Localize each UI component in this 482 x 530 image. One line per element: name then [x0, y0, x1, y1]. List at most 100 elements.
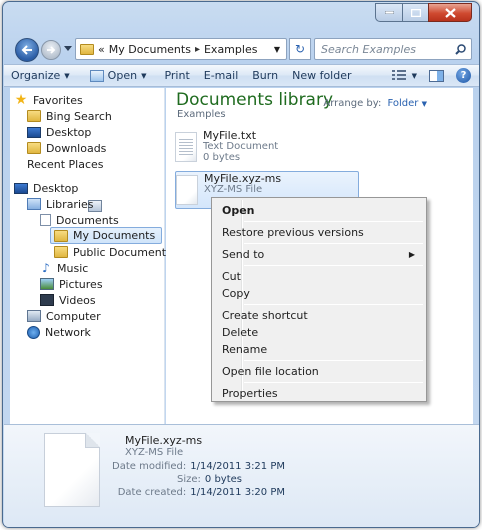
nav-favorites[interactable]: ★ Favorites — [14, 92, 83, 108]
nav-desktop-favorite[interactable]: Desktop — [27, 124, 91, 140]
menu-item-rename[interactable]: Rename — [215, 340, 423, 358]
nav-bing-search[interactable]: Bing Search — [27, 108, 112, 124]
context-menu: Open Restore previous versions Send to ▶… — [211, 197, 427, 402]
address-overflow[interactable]: « — [98, 43, 105, 56]
nav-libraries-label: Libraries — [46, 197, 94, 211]
email-button[interactable]: E-mail — [197, 64, 246, 87]
file-item[interactable]: MyFile.txt Text Document 0 bytes — [175, 129, 359, 167]
arrange-by: Arrange by: Folder ▼ — [323, 98, 427, 109]
nav-desktop[interactable]: Desktop — [14, 180, 78, 196]
nav-documents[interactable]: Documents — [40, 212, 119, 228]
menu-item-properties[interactable]: Properties — [215, 384, 423, 402]
menu-item-send-to[interactable]: Send to ▶ — [215, 245, 423, 263]
nav-desktop-label: Desktop — [33, 181, 79, 195]
address-bar[interactable]: « My Documents ▸ Examples ▼ — [75, 38, 287, 60]
nav-network[interactable]: Network — [27, 324, 91, 340]
menu-item-cut[interactable]: Cut — [215, 267, 423, 285]
nav-recent-places-label: Recent Places — [27, 157, 104, 171]
videos-icon — [40, 294, 54, 306]
search-icon[interactable] — [455, 43, 466, 55]
organize-button[interactable]: Organize ▼ — [4, 64, 77, 87]
menu-item-delete[interactable]: Delete — [215, 323, 423, 341]
nav-libraries[interactable]: Libraries — [27, 196, 94, 212]
network-icon — [27, 325, 40, 339]
details-size: Size: 0 bytes — [177, 474, 242, 485]
menu-item-open[interactable]: Open — [215, 201, 423, 219]
forward-button[interactable] — [41, 40, 61, 60]
address-dropdown-icon[interactable]: ▼ — [274, 45, 280, 54]
nav-my-documents[interactable]: My Documents — [50, 227, 162, 244]
generic-file-icon — [176, 175, 198, 205]
details-date-created: Date created: 1/14/2011 3:20 PM — [118, 487, 285, 498]
details-pane: MyFile.xyz-ms XYZ-MS File Date modified:… — [4, 424, 479, 527]
help-icon[interactable]: ? — [456, 68, 471, 83]
preview-pane-icon[interactable] — [429, 69, 444, 82]
close-button[interactable] — [428, 3, 472, 22]
breadcrumb-my-documents[interactable]: My Documents — [109, 43, 191, 56]
chevron-down-icon: ▼ — [421, 100, 427, 108]
nav-music-label: Music — [57, 261, 89, 275]
documents-icon — [40, 214, 51, 226]
menu-separator — [244, 221, 423, 222]
folder-icon — [80, 43, 94, 55]
date-modified-value: 1/14/2011 3:21 PM — [190, 461, 285, 472]
folder-icon — [54, 229, 68, 242]
menu-separator — [244, 265, 423, 266]
back-arrow-icon — [21, 45, 32, 55]
menu-item-open-file-location[interactable]: Open file location — [215, 362, 423, 380]
chevron-down-icon: ▼ — [141, 71, 147, 80]
nav-network-label: Network — [45, 325, 91, 339]
file-name: MyFile.xyz-ms — [204, 172, 282, 185]
file-name: MyFile.txt — [203, 129, 257, 142]
organize-label: Organize — [11, 69, 61, 82]
new-folder-button[interactable]: New folder — [285, 64, 358, 87]
burn-button[interactable]: Burn — [245, 64, 285, 87]
nav-recent-places[interactable]: Recent Places — [27, 156, 104, 212]
file-thumbnail-icon — [44, 433, 100, 507]
forward-arrow-icon — [47, 46, 56, 54]
nav-computer[interactable]: Computer — [27, 308, 101, 324]
arrange-by-value: Folder — [387, 98, 419, 109]
file-type: Text Document — [203, 141, 279, 152]
minimize-icon — [384, 11, 394, 14]
back-button[interactable] — [15, 38, 39, 62]
open-button[interactable]: Open ▼ — [83, 64, 154, 87]
print-button[interactable]: Print — [157, 64, 196, 87]
search-folder-icon — [27, 110, 41, 122]
details-file-type: XYZ-MS File — [125, 447, 184, 458]
breadcrumb-examples[interactable]: Examples — [204, 43, 257, 56]
content-scroll-area[interactable] — [465, 88, 473, 424]
nav-favorites-label: Favorites — [33, 93, 83, 107]
refresh-button[interactable]: ↻ — [289, 38, 311, 60]
nav-music[interactable]: ♪ Music — [40, 260, 88, 276]
details-date-modified: Date modified: 1/14/2011 3:21 PM — [112, 461, 285, 472]
maximize-button[interactable] — [402, 3, 428, 22]
menu-item-create-shortcut[interactable]: Create shortcut — [215, 306, 423, 324]
search-input[interactable]: Search Examples — [314, 38, 472, 60]
nav-public-documents[interactable]: Public Documents — [54, 244, 172, 260]
size-value: 0 bytes — [204, 474, 242, 485]
nav-pictures[interactable]: Pictures — [40, 276, 103, 292]
change-view-icon[interactable] — [391, 70, 406, 81]
recent-pages-dropdown-icon[interactable] — [64, 46, 72, 51]
navigation-pane: ★ Favorites Bing Search Desktop Download… — [10, 88, 172, 424]
close-icon — [444, 7, 456, 18]
folder-icon — [54, 246, 68, 258]
menu-item-copy[interactable]: Copy — [215, 284, 423, 302]
refresh-icon: ↻ — [294, 42, 306, 56]
menu-separator — [244, 304, 423, 305]
search-placeholder: Search Examples — [321, 42, 416, 56]
nav-videos[interactable]: Videos — [40, 292, 96, 308]
arrange-by-dropdown[interactable]: Folder ▼ — [388, 98, 427, 109]
breadcrumb-separator-icon[interactable]: ▸ — [195, 44, 200, 55]
nav-pictures-label: Pictures — [59, 277, 103, 291]
open-app-icon — [89, 69, 104, 82]
menu-item-restore-previous-versions[interactable]: Restore previous versions — [215, 223, 423, 241]
date-created-label: Date created: — [117, 487, 187, 498]
nav-public-documents-label: Public Documents — [73, 245, 172, 259]
arrange-by-label: Arrange by: — [323, 98, 382, 109]
view-dropdown-icon[interactable]: ▼ — [412, 72, 417, 80]
minimize-button[interactable] — [375, 3, 402, 22]
nav-downloads[interactable]: Downloads — [27, 140, 106, 156]
view-controls: ▼ ? — [391, 68, 479, 83]
